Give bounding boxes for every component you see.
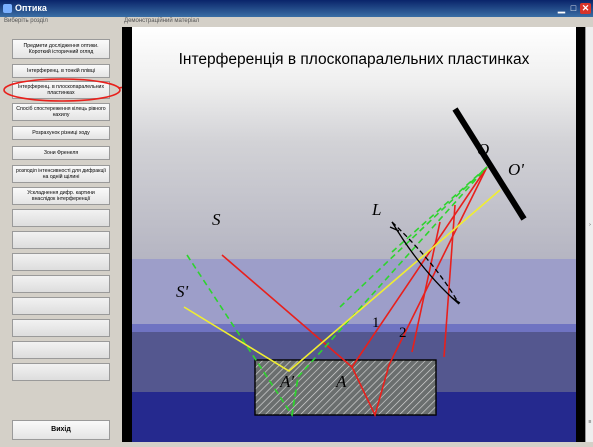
diagram-heading: Інтерференція в плоскопаралельних пласти… [179, 51, 530, 68]
close-icon[interactable]: ✕ [580, 3, 591, 14]
menu-item-empty[interactable] [12, 363, 110, 381]
menu-item-single-slit-diffraction[interactable]: розподіл інтенсивності для дифракції на … [12, 165, 110, 183]
scroll-arrow-icon[interactable]: › [587, 222, 593, 228]
label-ray-2: 2 [399, 325, 407, 341]
exit-button[interactable]: Вихід [12, 420, 110, 440]
scroll-arrow-icon[interactable]: ≡ [587, 419, 593, 425]
menu-item-diffraction-interference[interactable]: Ускладнення дифр. картини внаслідок інте… [12, 187, 110, 205]
annotation-circle [3, 78, 121, 102]
label-O: O [477, 140, 489, 159]
menu-item-empty[interactable] [12, 341, 110, 359]
label-O-prime: O' [508, 160, 524, 179]
label-A: A [335, 372, 347, 391]
demo-panel: Демонстраційний матеріал Інтерференція в… [122, 17, 593, 442]
menu-item-empty[interactable] [12, 253, 110, 271]
menu-item-empty[interactable] [12, 231, 110, 249]
menu-item-empty[interactable] [12, 297, 110, 315]
label-S-prime: S' [176, 282, 189, 301]
interference-diagram: Інтерференція в плоскопаралельних пласти… [132, 27, 576, 442]
background-band [132, 324, 576, 332]
menu-item-empty[interactable] [12, 275, 110, 293]
label-S: S [212, 210, 221, 229]
demo-panel-caption: Демонстраційний матеріал [124, 18, 200, 24]
label-L: L [371, 200, 381, 219]
minimize-icon[interactable]: ▁ [556, 3, 567, 14]
menu-item-empty[interactable] [12, 209, 110, 227]
maximize-icon[interactable]: □ [568, 3, 579, 14]
menu-item-empty[interactable] [12, 319, 110, 337]
right-scrollbar[interactable]: › ≡ [585, 27, 593, 442]
demo-frame: Інтерференція в плоскопаралельних пласти… [122, 27, 585, 442]
label-A-prime: A' [279, 372, 294, 391]
label-ray-1: 1 [372, 315, 380, 331]
